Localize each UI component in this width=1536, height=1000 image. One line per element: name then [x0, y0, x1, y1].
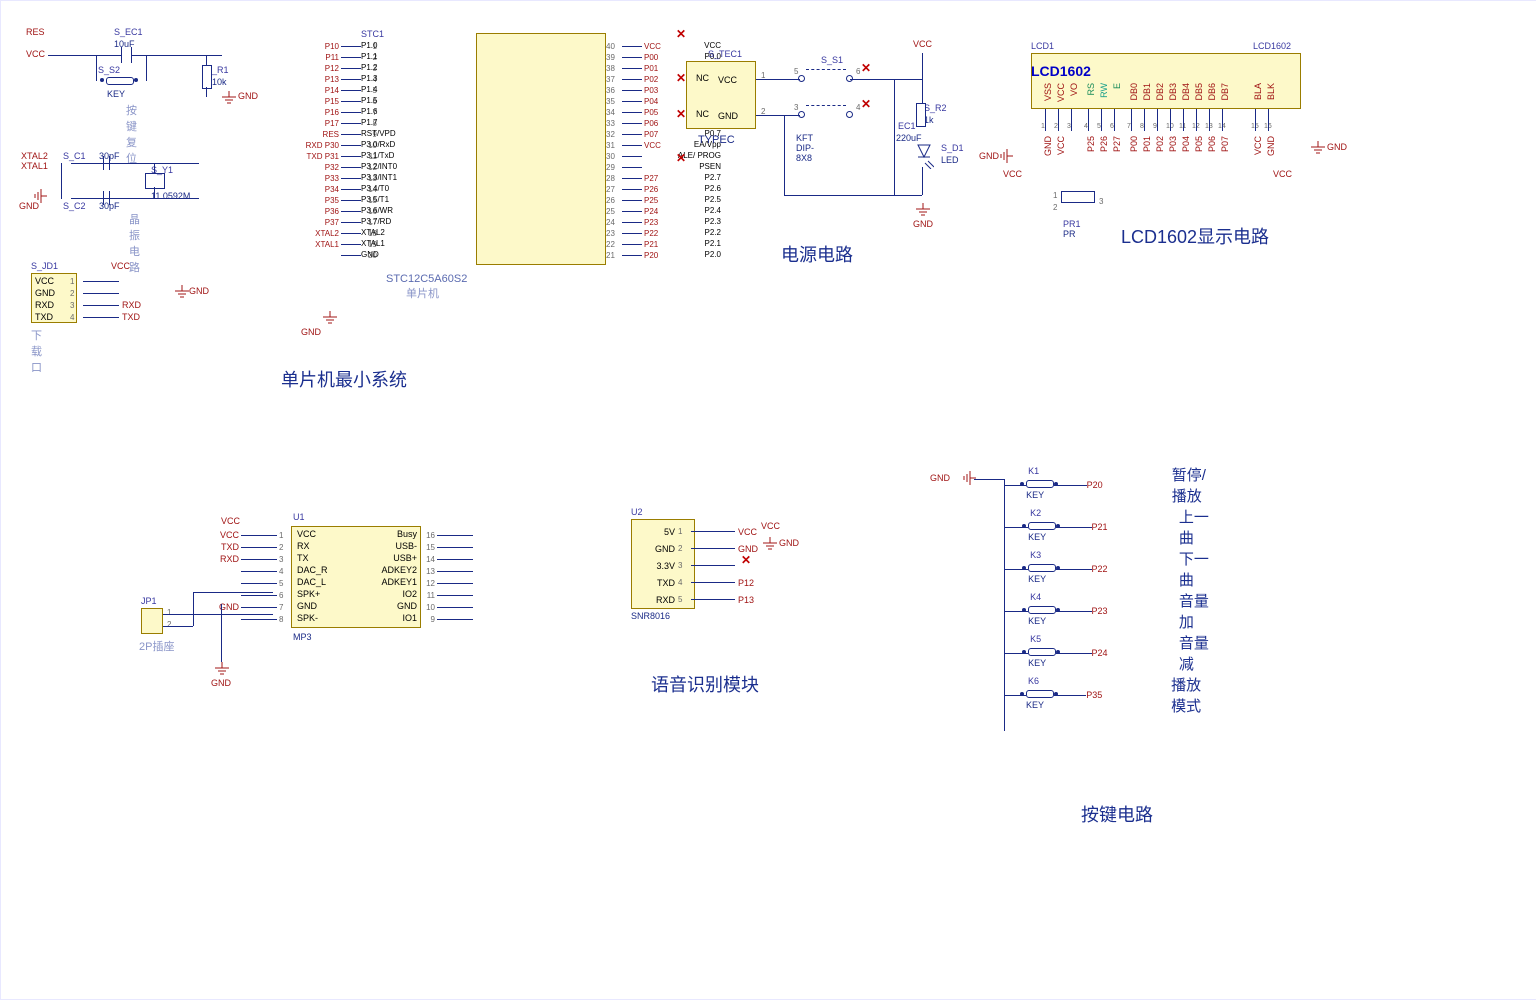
reset-sw-val: KEY [107, 89, 125, 99]
xtal-y-val: 11.0592M [151, 191, 190, 201]
snr-type: SNR8016 [631, 611, 670, 621]
sw-val: KFT DIP-8X8 [796, 133, 814, 163]
jd-gnd: GND [189, 286, 209, 296]
reset-r-val: 10k [212, 77, 227, 87]
mp3-type: MP3 [293, 632, 312, 642]
sw-ref: S_S1 [821, 55, 843, 65]
reset-vcc: VCC [26, 49, 45, 59]
tec-nc: NC [696, 73, 709, 83]
jd-note: 下载口 [31, 327, 42, 375]
tec-type: TYPEC [698, 134, 735, 146]
pot-ref: PR1 [1063, 219, 1081, 229]
stc-model: STC12C5A60S2 [386, 273, 467, 285]
title-mcu: 单片机最小系统 [281, 366, 407, 392]
pot-val: PR [1063, 229, 1076, 239]
xtal-gnd: GND [19, 201, 39, 211]
pwr-vcc: VCC [913, 39, 932, 49]
lcd-vcc: VCC [1003, 169, 1022, 179]
jp-p2: 2 [167, 620, 171, 629]
xtal-x2: XTAL2 [21, 151, 48, 161]
xtal-c2-ref: S_C2 [63, 201, 86, 211]
xtal-note: 晶振电路 [129, 211, 140, 275]
mp3-gnd: GND [211, 678, 231, 688]
gnd-icon [321, 311, 339, 325]
reset-note: 按键复位 [126, 102, 137, 166]
title-voice: 语音识别模块 [651, 671, 759, 697]
reset-key [106, 77, 134, 85]
gnd-icon [761, 537, 779, 551]
gnd-icon [999, 147, 1013, 165]
snr-ref: U2 [631, 507, 643, 517]
snr-vcc: VCC [761, 521, 780, 531]
d1-ref: S_D1 [941, 143, 964, 153]
lcd-gnd: GND [979, 151, 999, 161]
lcd-gnd2: GND [1327, 142, 1347, 152]
lcd-ref: LCD1 [1031, 41, 1054, 51]
xtal-x1: XTAL1 [21, 161, 48, 171]
r2-ref: S_R2 [924, 103, 947, 113]
gnd-icon [962, 469, 976, 487]
xtal-c1-ref: S_C1 [63, 151, 86, 161]
reset-res: RES [26, 27, 45, 37]
led-icon [914, 141, 934, 169]
jd-ref: S_JD1 [31, 261, 58, 271]
title-keys: 按键电路 [1081, 801, 1153, 827]
mp3-vcc: VCC [221, 516, 240, 526]
gnd-icon [1309, 141, 1327, 155]
reset-c-ref: S_EC1 [114, 27, 143, 37]
reset-gnd: GND [238, 91, 258, 101]
ec-ref: EC1 [898, 121, 916, 131]
mp3-ref: U1 [293, 512, 305, 522]
xtal-circuit: S_C1 30pF S_C2 30pF S_Y1 11.0592M XTAL2 … [21, 151, 48, 171]
gnd-icon [914, 203, 932, 217]
lcd-type: LCD1602 [1253, 41, 1291, 51]
jp-ref: JP1 [141, 596, 157, 606]
schematic-canvas: STC1 P101P112P123P134P145P156P167P178RES… [0, 0, 1536, 1000]
gnd-icon [213, 662, 231, 676]
d1-val: LED [941, 155, 959, 165]
tec-nc2: NC [696, 109, 709, 119]
tec-ref: S_TEC1 [708, 49, 742, 59]
lcd-vcc2: VCC [1273, 169, 1292, 179]
jp-p1: 1 [167, 608, 171, 617]
tec-vcc: VCC [718, 75, 737, 85]
key-gnd: GND [930, 473, 950, 483]
jp-note: 2P插座 [139, 638, 174, 654]
title-lcd: LCD1602显示电路 [1121, 223, 1269, 249]
gnd-icon [220, 91, 238, 105]
reset-sw-ref: S_S2 [98, 65, 120, 75]
jd-vcc: VCC [111, 261, 130, 271]
pwr-gnd: GND [913, 219, 933, 229]
stc-sub: 单片机 [406, 285, 439, 301]
reset-circuit: VCC S_EC1 10uF RES S_S2 KEY S_R1 10k GND… [26, 27, 45, 37]
tec-gnd: GND [718, 111, 738, 121]
title-power: 电源电路 [781, 241, 853, 267]
gnd-label: GND [301, 327, 321, 337]
snr-gnd: GND [779, 538, 799, 548]
